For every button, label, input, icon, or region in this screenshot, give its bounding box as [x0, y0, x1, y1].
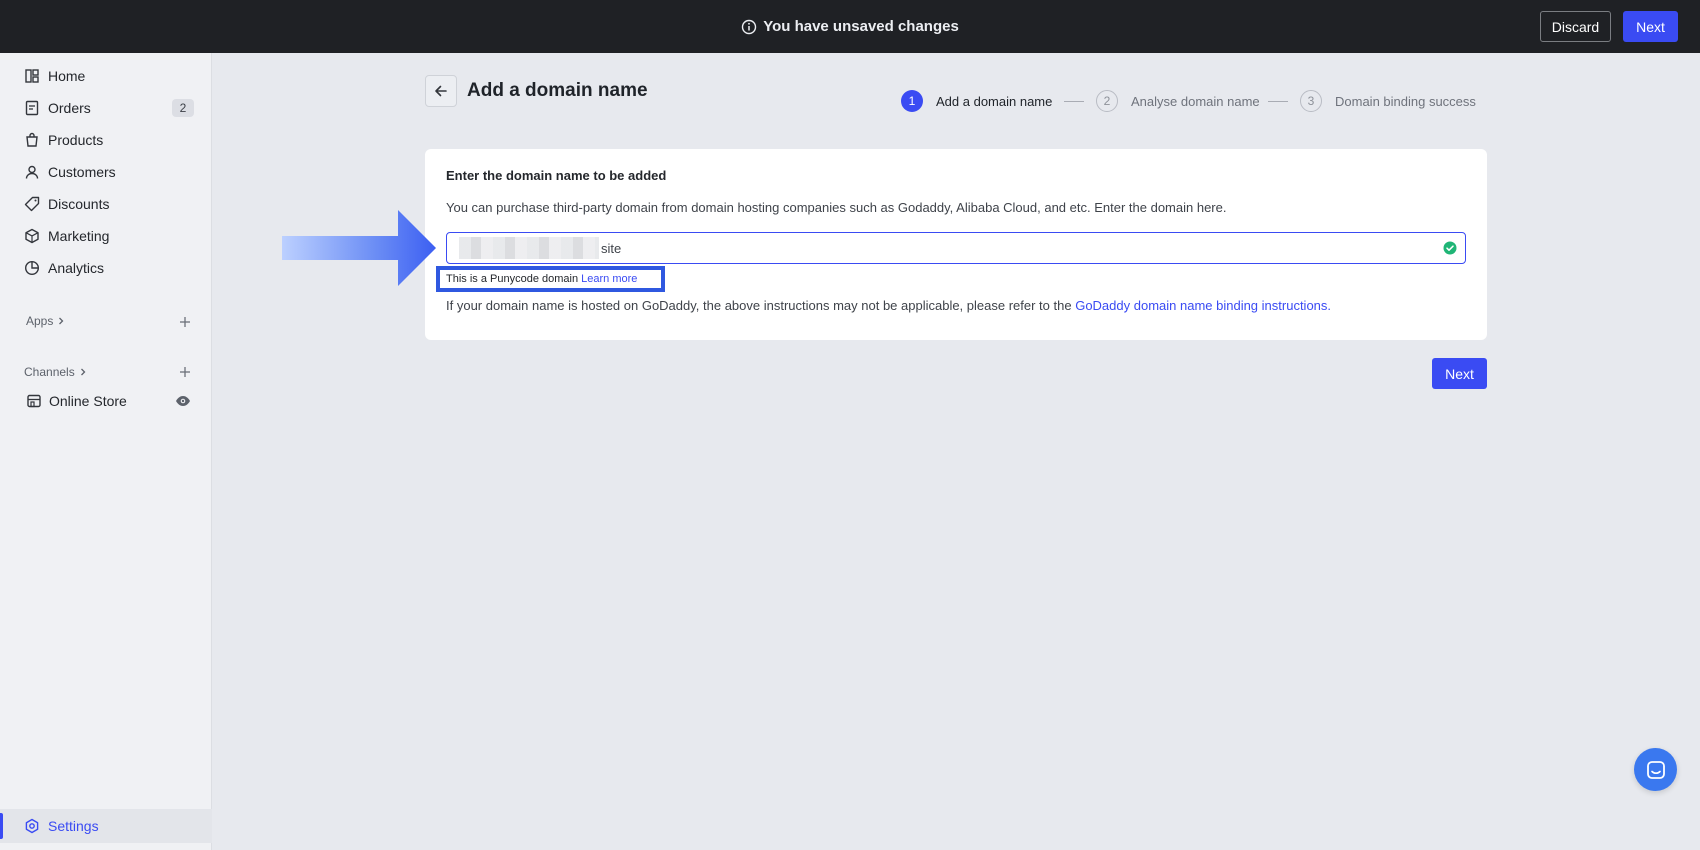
sidebar-item-marketing[interactable]: Marketing: [0, 221, 212, 251]
sidebar: Home Orders 2 Products Customers Discoun…: [0, 53, 212, 850]
apps-section-heading[interactable]: Apps: [26, 314, 66, 328]
sidebar-item-customers[interactable]: Customers: [0, 157, 212, 187]
redacted-domain-prefix: [459, 237, 599, 259]
step-2-circle: 2: [1096, 90, 1118, 112]
unsaved-changes-text: You have unsaved changes: [763, 18, 959, 35]
sidebar-item-settings[interactable]: Settings: [0, 809, 212, 843]
gear-icon: [25, 818, 39, 834]
domain-input-value: site: [601, 241, 622, 256]
step-1-label: Add a domain name: [936, 94, 1053, 109]
channels-label: Channels: [24, 365, 75, 379]
step-connector: [1064, 101, 1084, 102]
sidebar-item-label: Customers: [48, 164, 116, 180]
chevron-right-icon: [80, 368, 86, 376]
punycode-text: This is a Punycode domain: [446, 273, 579, 285]
discard-button[interactable]: Discard: [1540, 11, 1611, 42]
chat-icon: [1646, 760, 1665, 779]
unsaved-changes-notice: You have unsaved changes: [0, 0, 1700, 53]
top-next-button[interactable]: Next: [1623, 11, 1678, 42]
sidebar-item-label: Discounts: [48, 196, 110, 212]
eye-icon[interactable]: [175, 393, 191, 409]
active-indicator: [0, 813, 3, 839]
chat-launcher-button[interactable]: [1634, 748, 1677, 791]
customers-icon: [25, 165, 39, 179]
arrow-left-icon: [435, 85, 447, 97]
card-description: You can purchase third-party domain from…: [446, 200, 1227, 215]
channels-section-heading[interactable]: Channels: [24, 365, 88, 379]
settings-label: Settings: [48, 818, 99, 834]
sidebar-item-analytics[interactable]: Analytics: [0, 253, 212, 283]
learn-more-link[interactable]: Learn more: [581, 273, 637, 285]
step-2-label: Analyse domain name: [1131, 94, 1260, 109]
sidebar-item-orders[interactable]: Orders 2: [0, 93, 212, 123]
sidebar-item-online-store[interactable]: Online Store: [0, 386, 212, 416]
sidebar-item-label: Online Store: [49, 393, 127, 409]
step-1-circle: 1: [901, 90, 923, 112]
add-app-plus-icon[interactable]: [178, 315, 192, 329]
add-channel-plus-icon[interactable]: [178, 365, 192, 379]
step-3-label: Domain binding success: [1335, 94, 1476, 109]
chevron-right-icon: [59, 317, 64, 325]
sidebar-item-label: Home: [48, 68, 86, 84]
top-bar: You have unsaved changes Discard Next: [0, 0, 1700, 53]
orders-count-badge: 2: [172, 99, 194, 117]
orders-icon: [25, 100, 39, 116]
check-circle-icon: [1443, 241, 1457, 255]
step-3-circle: 3: [1300, 90, 1322, 112]
domain-card: Enter the domain name to be added You ca…: [425, 149, 1487, 340]
apps-label: Apps: [26, 314, 54, 328]
sidebar-item-label: Orders: [48, 100, 91, 116]
card-title: Enter the domain name to be added: [446, 168, 667, 183]
products-icon: [26, 132, 38, 147]
step-connector: [1268, 101, 1288, 102]
sidebar-item-products[interactable]: Products: [0, 125, 212, 155]
sidebar-item-label: Analytics: [48, 260, 105, 276]
home-icon: [25, 69, 39, 83]
page-title: Add a domain name: [467, 80, 648, 101]
info-icon: [741, 19, 757, 34]
sidebar-item-discounts[interactable]: Discounts: [0, 189, 212, 219]
back-button[interactable]: [425, 75, 457, 107]
punycode-notice: This is a Punycode domain Learn more: [446, 273, 637, 285]
godaddy-instructions-link[interactable]: GoDaddy domain name binding instructions…: [1075, 298, 1331, 313]
pointer-arrow-icon: [282, 210, 436, 286]
sidebar-item-home[interactable]: Home: [0, 61, 212, 91]
godaddy-note-text: If your domain name is hosted on GoDaddy…: [446, 298, 1072, 313]
punycode-highlight-box: This is a Punycode domain Learn more: [436, 266, 665, 292]
sidebar-item-label: Products: [48, 132, 104, 148]
next-button[interactable]: Next: [1432, 358, 1487, 389]
store-icon: [27, 394, 41, 408]
analytics-icon: [24, 260, 40, 276]
discounts-icon: [24, 196, 40, 212]
domain-input[interactable]: site: [446, 232, 1466, 264]
godaddy-note: If your domain name is hosted on GoDaddy…: [446, 298, 1331, 313]
marketing-icon: [25, 228, 39, 244]
sidebar-item-label: Marketing: [48, 228, 110, 244]
